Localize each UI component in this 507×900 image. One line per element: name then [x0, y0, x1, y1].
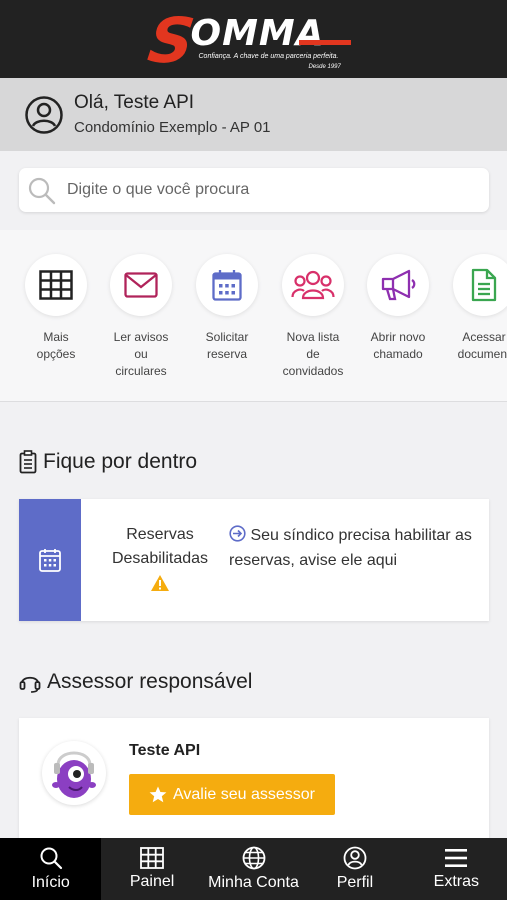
reservation-card[interactable]: Reservas Desabilitadas Seu síndico preci… — [19, 499, 489, 621]
nav-item-label: Painel — [129, 873, 175, 890]
menu-icon — [445, 849, 468, 867]
shortcut-label: Mais opções — [36, 330, 76, 361]
search-icon — [40, 847, 62, 870]
rate-advisor-button[interactable]: Avalie seu assessor — [129, 774, 335, 815]
envelope-icon — [124, 272, 158, 298]
group-icon — [291, 270, 335, 300]
nav-item-minha-conta[interactable]: Minha Conta — [203, 838, 304, 900]
reservation-message[interactable]: Seu síndico precisa habilitar as reserva… — [229, 523, 479, 573]
shortcut-access-documents[interactable]: Acessar document — [441, 254, 507, 363]
somma-logo: S OMMA Confiança. A chave de uma parceri… — [143, 4, 359, 77]
nav-item-extras[interactable]: Extras — [406, 838, 507, 900]
clipboard-checklist-icon — [19, 450, 37, 474]
shortcut-circle — [196, 254, 258, 316]
warning-icon — [151, 575, 169, 591]
headset-icon — [19, 676, 41, 693]
shortcut-request-reservation[interactable]: Solicitar reserva — [184, 254, 270, 363]
user-icon — [343, 846, 367, 870]
advisor-section-title-text: Assessor responsável — [47, 670, 253, 693]
logo-accent-bar — [298, 40, 351, 45]
news-section-title-text: Fique por dentro — [43, 450, 198, 473]
shortcut-label: Acessar document — [457, 330, 507, 361]
shortcuts-row: Mais opções Ler avisos ou circulares Sol… — [0, 230, 507, 402]
shortcut-circle — [25, 254, 87, 316]
megaphone-icon — [381, 269, 416, 301]
advisor-avatar — [42, 741, 106, 805]
shortcut-more-options[interactable]: Mais opções — [13, 254, 99, 363]
nav-item-inicio[interactable]: Início — [0, 838, 102, 900]
reservation-status: Reservas Desabilitadas — [97, 523, 223, 600]
calendar-icon — [212, 270, 242, 301]
logo-text: OMMA — [190, 13, 325, 54]
shortcut-circle — [453, 254, 507, 316]
shortcut-label: Abrir novo chamado — [370, 330, 426, 361]
bottom-nav: Início Painel Minha Conta Perfil Extras — [0, 838, 507, 900]
shortcut-circle — [367, 254, 429, 316]
shortcut-label: Ler avisos ou circulares — [113, 330, 169, 378]
nav-item-label: Início — [31, 874, 70, 891]
user-bar[interactable]: Olá, Teste API Condomínio Exemplo - AP 0… — [0, 78, 507, 151]
logo-tagline: Confiança. A chave de uma parceria perfe… — [198, 53, 339, 60]
rate-advisor-label: Avalie seu assessor — [173, 785, 315, 803]
news-section-title: Fique por dentro — [19, 450, 197, 474]
advisor-name: Teste API — [129, 742, 201, 759]
grid-icon — [140, 847, 165, 869]
shortcut-label: Solicitar reserva — [205, 330, 249, 361]
advisor-section-title: Assessor responsável — [19, 670, 252, 694]
document-icon — [471, 268, 497, 302]
user-avatar-icon — [25, 96, 63, 134]
advisor-card: Teste API Avalie seu assessor — [19, 718, 489, 843]
shortcut-read-notices[interactable]: Ler avisos ou circulares — [98, 254, 184, 380]
grid-icon — [39, 270, 73, 300]
reservation-status-text: Reservas Desabilitadas — [111, 526, 209, 567]
reservation-stripe — [19, 499, 81, 621]
nav-item-perfil[interactable]: Perfil — [304, 838, 405, 900]
search-input[interactable] — [67, 168, 477, 212]
arrow-circle-icon — [229, 525, 246, 542]
shortcut-open-ticket[interactable]: Abrir novo chamado — [355, 254, 441, 363]
star-icon — [149, 786, 167, 803]
user-greeting: Olá, Teste API — [74, 92, 195, 113]
calendar-icon — [39, 549, 61, 572]
shortcut-label: Nova lista de convidados — [282, 330, 344, 378]
nav-item-label: Extras — [433, 873, 479, 890]
search-box[interactable] — [19, 168, 489, 212]
logo-letter: S — [143, 4, 199, 77]
shortcut-guest-list[interactable]: Nova lista de convidados — [270, 254, 356, 380]
logo-since: Desde 1997 — [308, 64, 341, 70]
user-unit: Condomínio Exemplo - AP 01 — [74, 119, 271, 136]
shortcut-circle — [110, 254, 172, 316]
nav-item-painel[interactable]: Painel — [101, 838, 202, 900]
mascot-avatar-icon — [52, 751, 96, 798]
reservation-message-text: Seu síndico precisa habilitar as reserva… — [229, 527, 472, 569]
nav-item-label: Perfil — [336, 874, 374, 891]
search-icon — [28, 177, 56, 205]
shortcut-circle — [282, 254, 344, 316]
app-header: S OMMA Confiança. A chave de uma parceri… — [0, 0, 507, 78]
nav-item-label: Minha Conta — [208, 874, 299, 891]
globe-icon — [242, 846, 265, 870]
